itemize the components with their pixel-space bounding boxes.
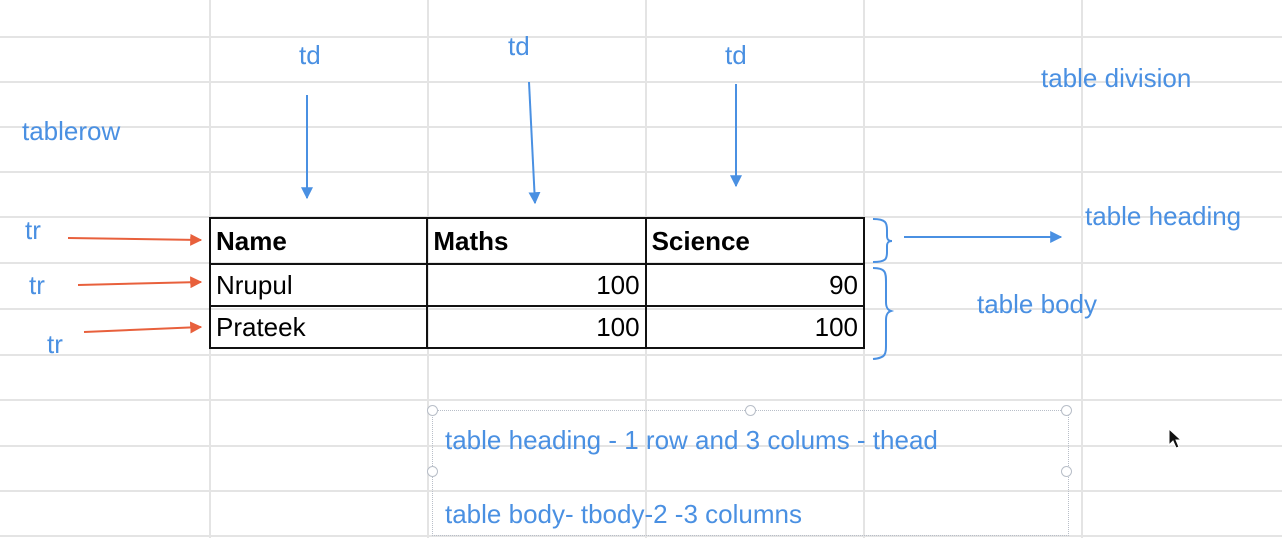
cell-science[interactable]: 100 [644,305,866,349]
cell-maths[interactable]: 100 [426,263,647,307]
label-table-body: table body [977,289,1097,319]
label-td-1: td [299,40,321,70]
arrow-right-icon [67,233,203,246]
label-table-division: table division [1041,63,1192,93]
label-tablerow: tablerow [22,116,121,146]
label-table-heading: table heading [1085,201,1242,231]
textbox-line-thead: table heading - 1 row and 3 colums - the… [445,425,938,455]
mouse-pointer-icon [1168,428,1183,449]
arrow-down-icon [528,81,541,205]
cell-name[interactable]: Nrupul [208,263,429,307]
cell-maths[interactable]: 100 [426,305,647,349]
label-tr-3: tr [47,329,63,359]
table-body: Nrupul 100 90 Prateek 100 100 [208,263,866,349]
cell-name[interactable]: Prateek [208,305,429,349]
score-table: Name Maths Science Nrupul 100 90 Prateek… [208,217,866,349]
cell-science[interactable]: 90 [644,263,866,307]
resize-handle[interactable] [427,405,438,416]
curly-brace-icon [872,267,895,360]
resize-handle[interactable] [427,466,438,477]
curly-brace-icon [872,218,893,263]
header-cell-science[interactable]: Science [644,217,866,265]
table-head: Name Maths Science [208,217,866,265]
label-tr-1: tr [25,215,41,245]
textbox-line-tbody: table body- tbody-2 -3 columns [445,499,802,529]
selected-text-box[interactable]: table heading - 1 row and 3 colums - the… [427,405,1072,536]
arrow-right-icon [83,321,203,334]
label-tr-2: tr [29,270,45,300]
table-row: Nrupul 100 90 [208,263,866,307]
resize-handle[interactable] [1061,405,1072,416]
header-row: Name Maths Science [208,217,866,265]
arrow-right-icon [77,276,203,289]
resize-handle[interactable] [745,405,756,416]
header-cell-name[interactable]: Name [208,217,429,265]
header-cell-maths[interactable]: Maths [426,217,647,265]
label-td-3: td [725,40,747,70]
resize-handle[interactable] [1061,466,1072,477]
table-row: Prateek 100 100 [208,305,866,349]
label-td-2: td [508,31,530,61]
